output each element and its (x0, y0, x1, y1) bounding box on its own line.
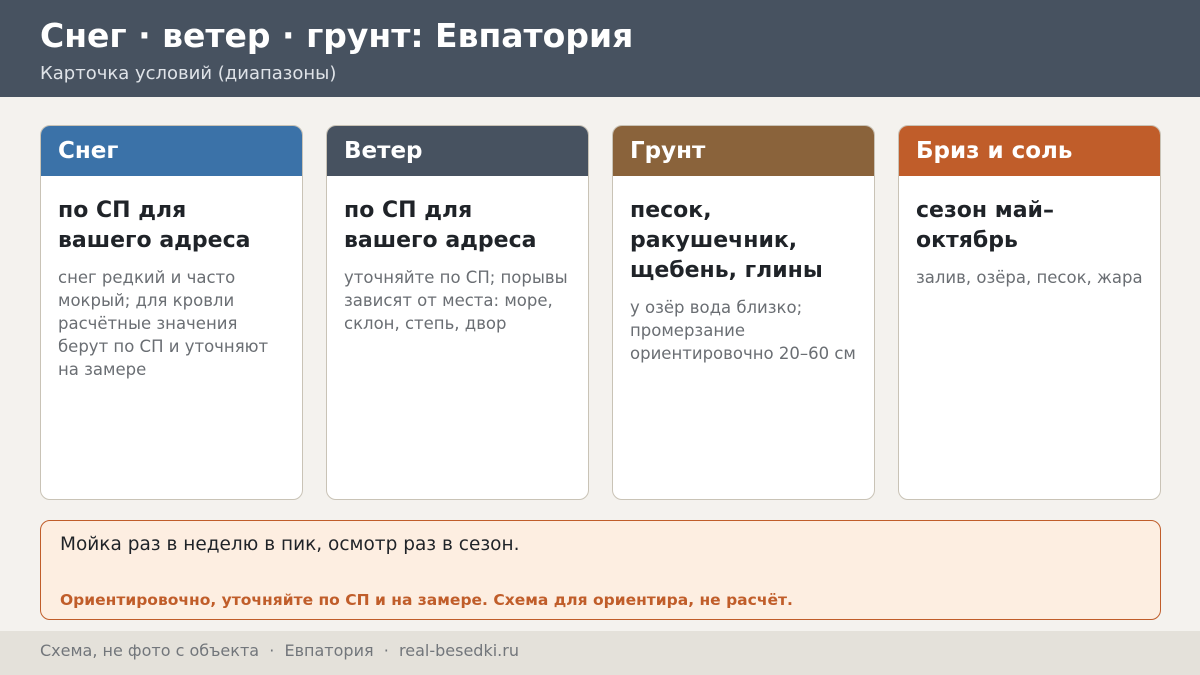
page-subtitle: Карточка условий (диапазоны) (40, 63, 337, 84)
card-header-wind: Ветер (327, 126, 588, 176)
footer-text: Схема, не фото с объекта · Евпатория · r… (40, 641, 519, 660)
card-main-snow: по СП для вашего адреса (58, 198, 251, 253)
maintenance-note: Мойка раз в неделю в пик, осмотр раз в с… (60, 534, 520, 555)
page-title: Снег · ветер · грунт: Евпатория (40, 16, 634, 55)
card-header-soil: Грунт (613, 126, 874, 176)
disclaimer-warning: Ориентировочно, уточняйте по СП и на зам… (60, 591, 793, 609)
card-main-wind: по СП для вашего адреса (344, 198, 537, 253)
card-wind: Ветер по СП для вашего адреса уточняйте … (326, 125, 589, 500)
card-note-breeze-salt: залив, озёра, песок, жара (916, 268, 1143, 287)
card-snow: Снег по СП для вашего адреса снег редкий… (40, 125, 303, 500)
card-note-soil: у озёр вода близко; промерзание ориентир… (630, 298, 856, 363)
header-bar: Снег · ветер · грунт: Евпатория Карточка… (0, 0, 1200, 97)
card-main-breeze-salt: сезон май–октябрь (916, 198, 1054, 253)
footer-bar: Схема, не фото с объекта · Евпатория · r… (0, 631, 1200, 675)
card-soil: Грунт песок, ракушечник, щебень, глины у… (612, 125, 875, 500)
card-main-soil: песок, ракушечник, щебень, глины (630, 198, 823, 283)
card-note-snow: снег редкий и часто мокрый; для кровли р… (58, 268, 269, 379)
card-note-wind: уточняйте по СП; порывы зависят от места… (344, 268, 568, 333)
card-breeze-salt: Бриз и соль сезон май–октябрь залив, озё… (898, 125, 1161, 500)
maintenance-note-box: Мойка раз в неделю в пик, осмотр раз в с… (40, 520, 1161, 620)
card-header-breeze-salt: Бриз и соль (899, 126, 1160, 176)
card-header-snow: Снег (41, 126, 302, 176)
